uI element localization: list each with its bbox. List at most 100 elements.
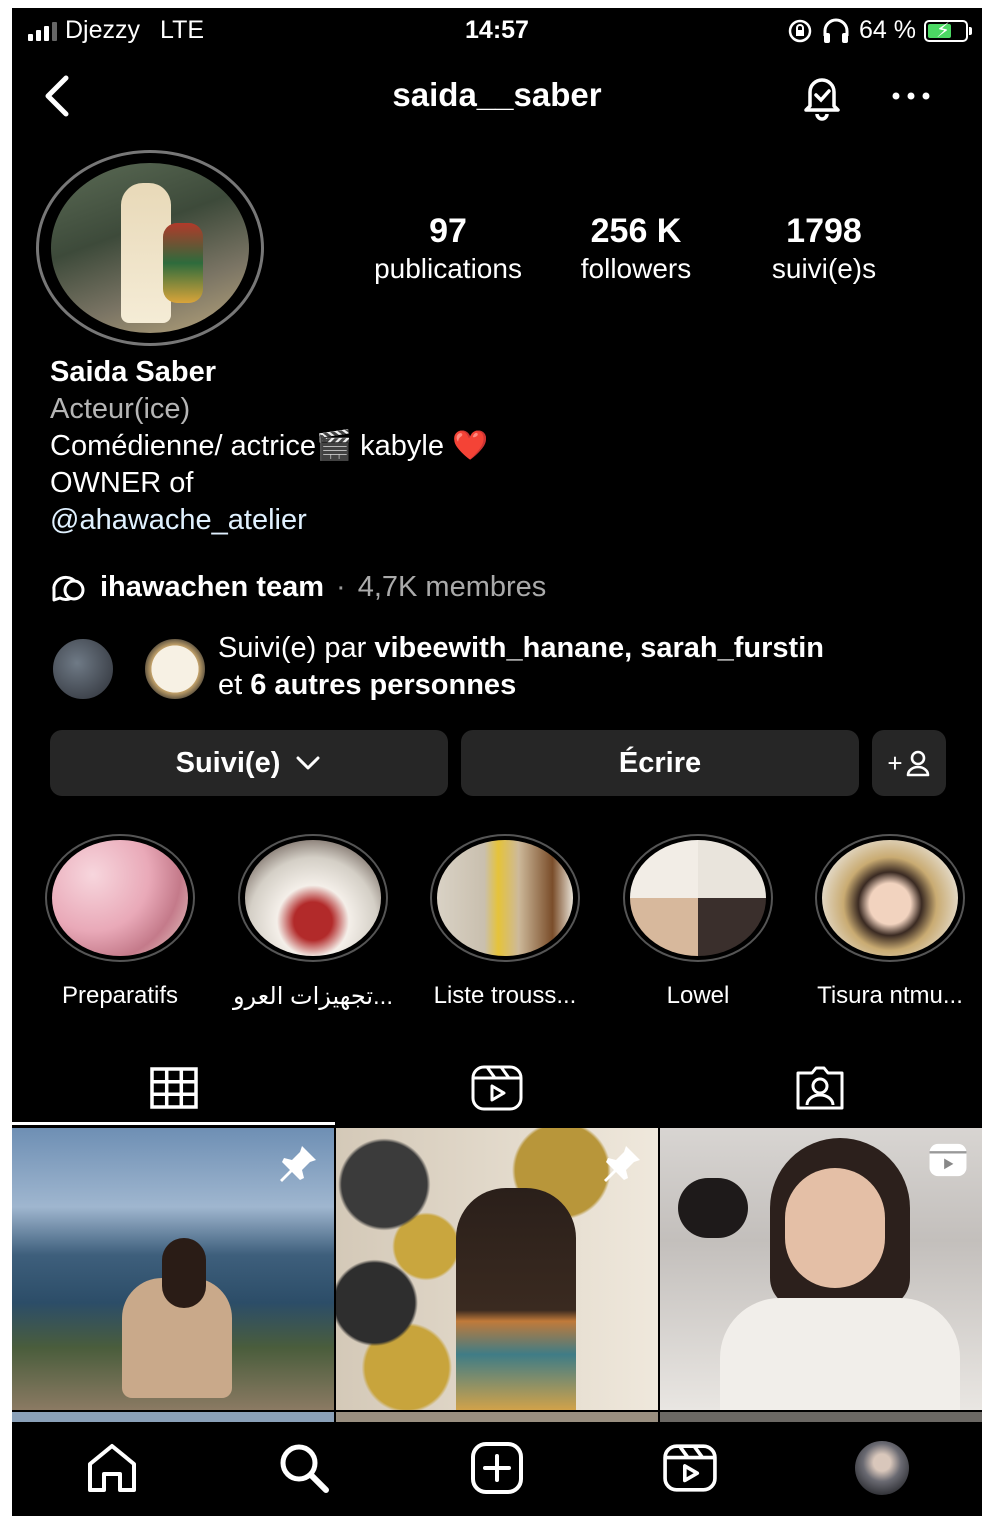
profile-avatar[interactable]: [36, 150, 264, 346]
post-thumbnail-strip: [336, 1412, 658, 1422]
avatar-photo: [51, 163, 249, 333]
mutual-avatar: [50, 636, 116, 702]
search-icon: [280, 1444, 329, 1493]
more-options-button[interactable]: [886, 78, 936, 114]
suggest-people-button[interactable]: +: [872, 730, 946, 796]
heart-emoji: ❤️: [452, 430, 489, 462]
highlight-cover: [630, 840, 766, 956]
bio-text: Comédienne/ actrice: [50, 430, 316, 462]
clapper-emoji: 🎬: [315, 430, 353, 462]
broadcast-channel[interactable]: ihawachen team · 4,7K membres: [50, 570, 546, 604]
home-icon: [88, 1444, 136, 1492]
headphones-icon: [823, 18, 849, 43]
highlight-liste-trousseau[interactable]: Liste trouss...: [415, 834, 595, 1010]
mutual-prefix: Suivi(e) par: [218, 632, 375, 664]
highlight-label: Liste trouss...: [433, 982, 577, 1009]
profile-screen: Djezzy LTE 14:57 64 % ⚡ saida__saber 97 …: [12, 8, 982, 1516]
highlight-cover: [822, 840, 958, 956]
stat-posts[interactable]: 97 publications: [348, 212, 548, 285]
stat-label: publications: [374, 253, 522, 284]
highlight-label: Lowel: [666, 982, 730, 1009]
create-icon: [471, 1442, 523, 1494]
highlight-lowel[interactable]: Lowel: [608, 834, 788, 1010]
highlight-ring: [623, 834, 773, 962]
bio-owner-line: OWNER of: [50, 467, 194, 499]
status-right: 64 % ⚡: [787, 16, 972, 45]
tab-reels[interactable]: [335, 1052, 658, 1124]
mutual-prefix: et: [218, 669, 251, 701]
post-thumbnail[interactable]: [336, 1128, 658, 1410]
tab-tagged[interactable]: [658, 1052, 981, 1124]
bio-mention-link[interactable]: @ahawache_atelier: [50, 502, 488, 539]
highlight-ring: [430, 834, 580, 962]
battery-icon: ⚡: [924, 19, 972, 42]
mutual-others: 6 autres personnes: [250, 669, 517, 701]
separator: ·: [336, 570, 346, 603]
highlight-label: Preparatifs: [61, 982, 179, 1009]
mutual-followers-text: Suivi(e) par vibeewith_hanane, sarah_fur…: [218, 630, 958, 704]
post-thumbnail[interactable]: [12, 1128, 334, 1410]
message-label: Écrire: [618, 746, 702, 779]
stat-label: followers: [580, 253, 692, 284]
highlight-ring: [238, 834, 388, 962]
more-icon: [892, 92, 930, 100]
stat-value: 256 K: [590, 212, 682, 250]
battery-percent: 64 %: [859, 16, 916, 44]
stat-following[interactable]: 1798 suivi(e)s: [736, 212, 912, 285]
bell-check-icon: [804, 78, 840, 121]
pin-icon: [600, 1142, 644, 1191]
pin-icon: [276, 1142, 320, 1191]
mutual-avatar: [142, 636, 208, 702]
channel-members: 4,7K membres: [357, 570, 547, 603]
mutual-users: vibeewith_hanane, sarah_furstin: [374, 632, 824, 664]
notifications-button[interactable]: [796, 70, 848, 122]
rotation-lock-icon: [788, 19, 812, 42]
nav-profile[interactable]: [852, 1438, 912, 1498]
nav-create[interactable]: [467, 1438, 527, 1498]
reels-icon: [928, 1142, 968, 1183]
highlight-ring: [45, 834, 195, 962]
channel-name: ihawachen team: [100, 570, 325, 603]
bio-text: kabyle: [352, 430, 453, 462]
stat-value: 97: [429, 212, 467, 250]
profile-header: saida__saber: [12, 68, 982, 124]
person-icon: [906, 750, 929, 777]
post-thumbnail-strip: [660, 1412, 982, 1422]
stat-value: 1798: [786, 212, 862, 250]
chevron-down-icon: [296, 756, 320, 770]
highlight-label: Tisura ntmu...: [817, 982, 963, 1009]
profile-avatar-icon: [855, 1441, 909, 1495]
nav-reels[interactable]: [660, 1438, 720, 1498]
highlight-ring: [815, 834, 965, 962]
profile-category: Acteur(ice): [50, 393, 191, 425]
highlight-tisura[interactable]: Tisura ntmu...: [800, 834, 980, 1010]
post-thumbnail[interactable]: [660, 1128, 982, 1410]
status-bar: Djezzy LTE 14:57 64 % ⚡: [12, 8, 982, 54]
following-label: Suivi(e): [175, 746, 281, 779]
post-thumbnail-strip: [12, 1412, 334, 1422]
message-button[interactable]: Écrire: [461, 730, 859, 796]
following-button[interactable]: Suivi(e): [50, 730, 448, 796]
grid-icon: [149, 1067, 198, 1109]
tab-posts[interactable]: [12, 1052, 335, 1124]
highlight-label: تجهيزات العرو...: [232, 983, 394, 1010]
reels-icon: [471, 1065, 522, 1111]
active-tab-indicator: [12, 1122, 335, 1125]
profile-name: Saida Saber: [50, 356, 217, 388]
stat-followers[interactable]: 256 K followers: [540, 212, 732, 285]
highlight-cover: [437, 840, 573, 956]
highlight-preparations-arabic[interactable]: تجهيزات العرو...: [223, 834, 403, 1011]
stat-label: suivi(e)s: [771, 253, 877, 284]
highlight-cover: [245, 840, 381, 956]
channel-icon: [52, 575, 85, 602]
highlight-preparatifs[interactable]: Preparatifs: [30, 834, 210, 1010]
bottom-nav: [12, 1422, 982, 1516]
highlight-cover: [52, 840, 188, 956]
nav-home[interactable]: [82, 1438, 142, 1498]
tagged-icon: [796, 1066, 843, 1110]
bio-line: Comédienne/ actrice🎬 kabyle ❤️: [50, 428, 488, 465]
nav-search[interactable]: [274, 1438, 334, 1498]
bio: Saida Saber Acteur(ice) Comédienne/ actr…: [50, 354, 488, 539]
reels-icon: [663, 1444, 717, 1492]
plus-label: +: [887, 747, 903, 778]
